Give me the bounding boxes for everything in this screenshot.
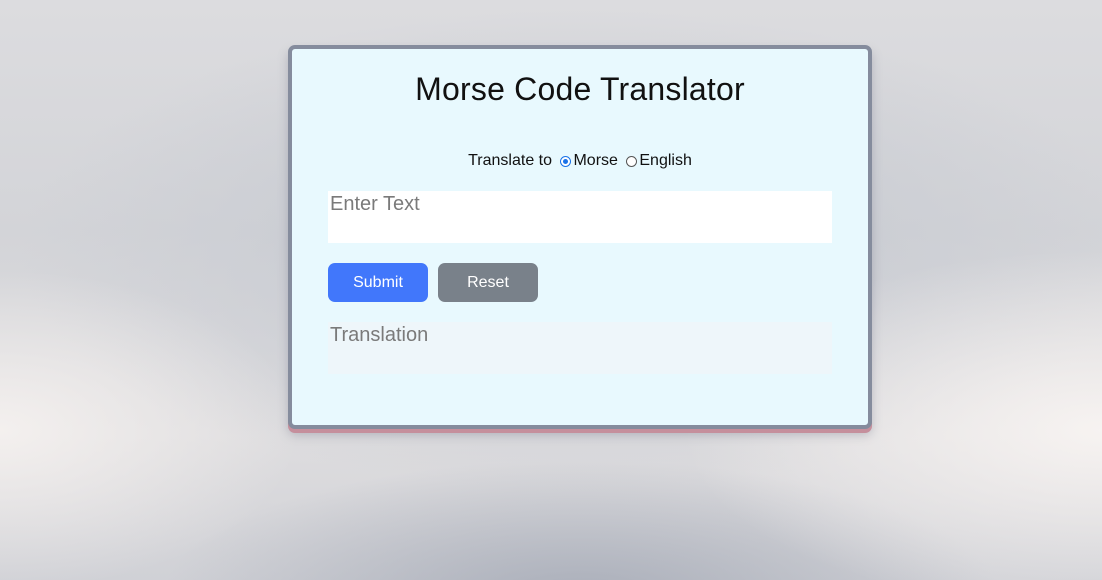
submit-button[interactable]: Submit [328,263,428,302]
reset-button[interactable]: Reset [438,263,538,302]
page-title: Morse Code Translator [415,71,745,107]
translate-to-label: Translate to [468,152,553,169]
radio-english[interactable] [626,155,638,167]
translate-direction-group: Translate to Morse English [292,152,868,170]
radio-english-label[interactable]: English [639,152,691,169]
translation-output[interactable] [328,322,832,374]
radio-morse-label[interactable]: Morse [573,152,617,169]
text-input[interactable] [328,191,832,243]
translator-card: Morse Code Translator Translate to Morse… [288,45,872,429]
radio-morse[interactable] [560,155,572,167]
